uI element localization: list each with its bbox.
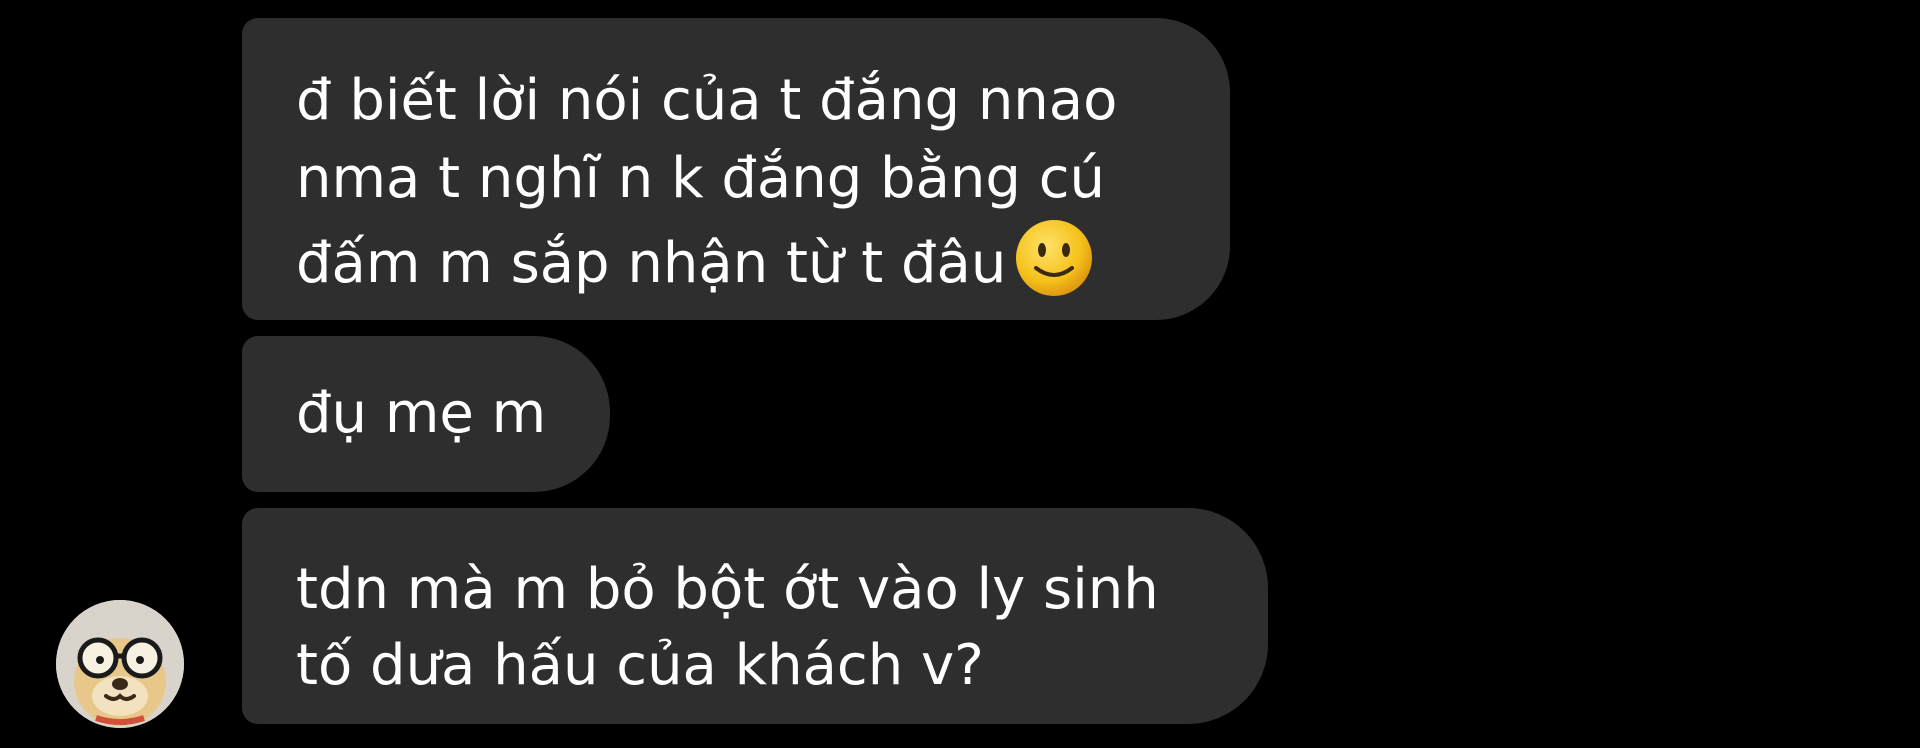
message-line: tdn mà m bỏ bột ớt vào ly sinh [296, 557, 1159, 622]
dog-with-glasses-icon [56, 600, 184, 728]
sender-avatar[interactable] [56, 600, 184, 728]
message-line: đấm m sắp nhận từ t đâu [296, 218, 1230, 303]
chat-thread: đ biết lời nói của t đắng nnao nma t ngh… [0, 0, 1920, 748]
message-bubble[interactable]: đ biết lời nói của t đắng nnao nma t ngh… [242, 18, 1230, 320]
message-line: tố dưa hấu của khách v? [296, 633, 984, 698]
message-bubble[interactable]: đụ mẹ m [242, 336, 610, 492]
slightly-smiling-face-icon [1014, 218, 1094, 298]
message-line-text: đấm m sắp nhận từ t đâu [296, 231, 1007, 296]
message-bubble[interactable]: tdn mà m bỏ bột ớt vào ly sinh tố dưa hấ… [242, 508, 1268, 724]
message-line: đụ mẹ m [296, 381, 547, 446]
message-line: nma t nghĩ n k đắng bằng cú [296, 146, 1106, 211]
message-line: đ biết lời nói của t đắng nnao [296, 68, 1118, 133]
